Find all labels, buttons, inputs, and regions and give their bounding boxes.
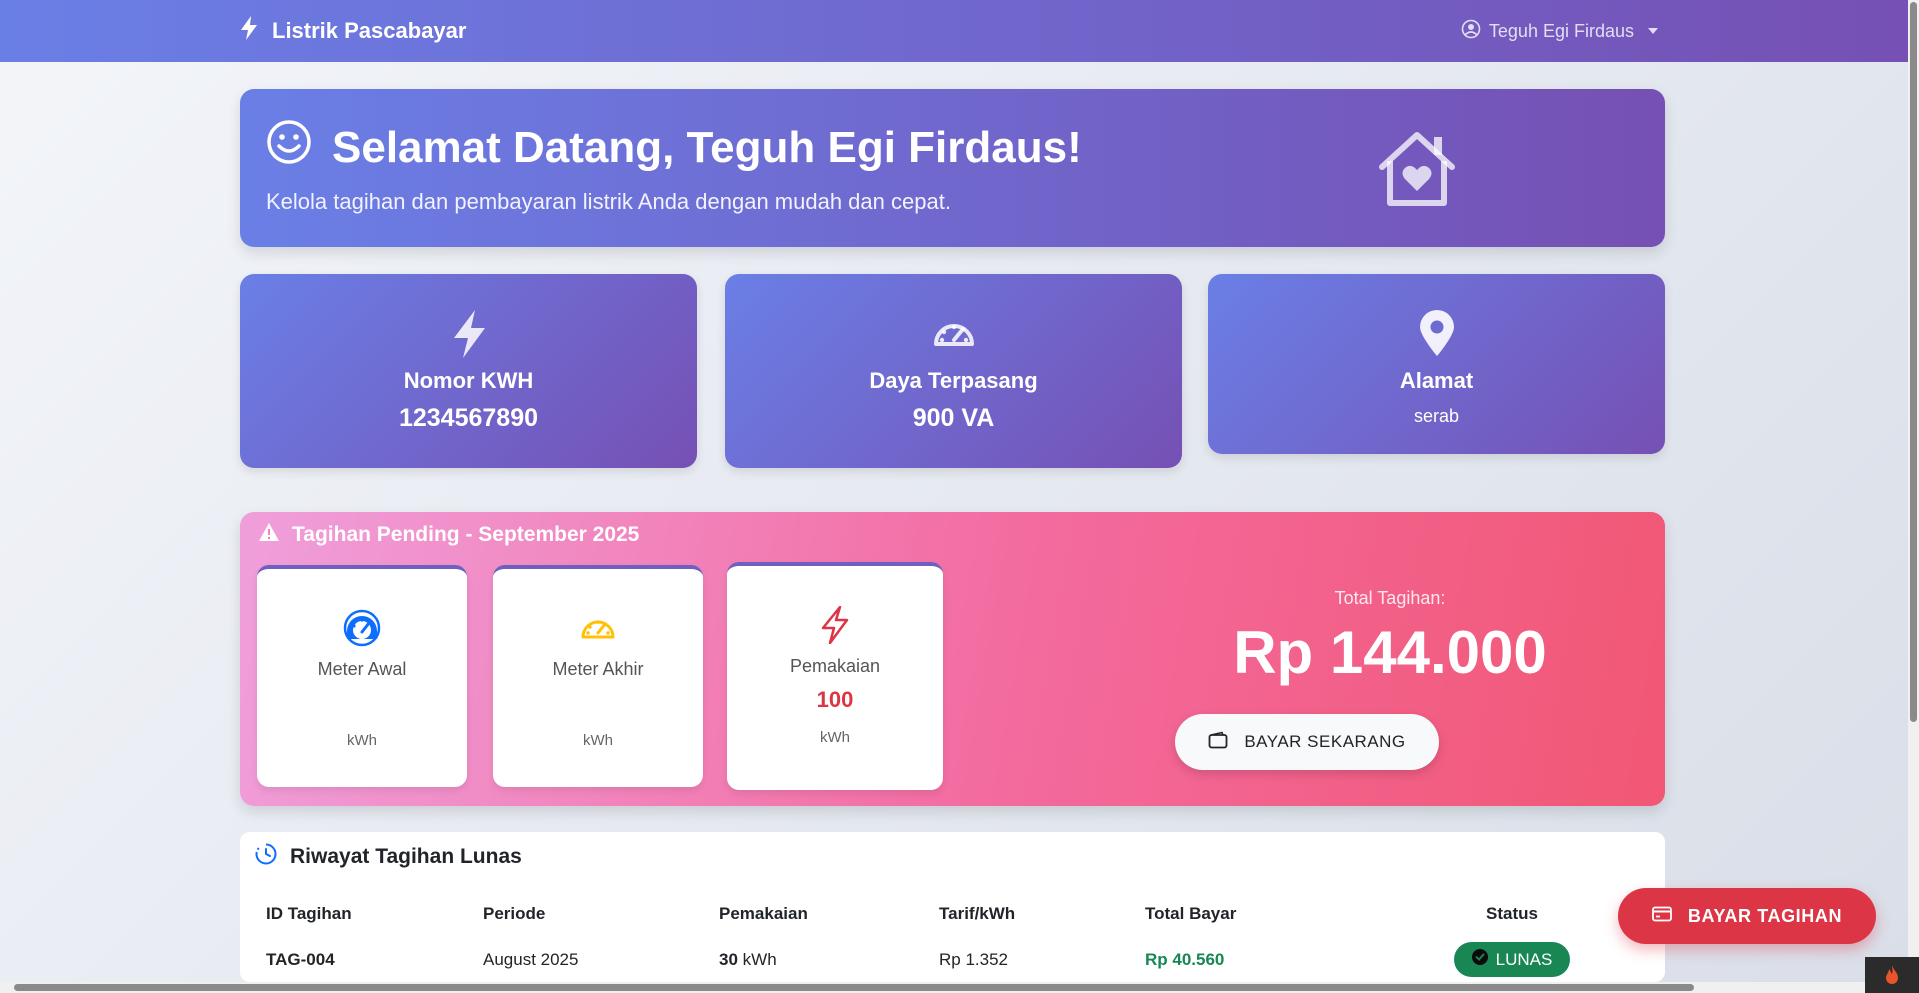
meter-card-awal: Meter Awal kWh bbox=[257, 565, 467, 787]
smile-icon bbox=[266, 119, 312, 176]
cell-pemakaian: 30 kWh bbox=[709, 934, 929, 985]
flame-app-icon[interactable] bbox=[1865, 957, 1919, 993]
meter-label: Meter Akhir bbox=[552, 659, 644, 679]
history-table: ID Tagihan Periode Pemakaian Tarif/kWh T… bbox=[256, 894, 1649, 985]
history-title-text: Riwayat Tagihan Lunas bbox=[290, 845, 522, 868]
welcome-subtitle: Kelola tagihan dan pembayaran listrik An… bbox=[266, 189, 951, 214]
info-card-label: Daya Terpasang bbox=[869, 368, 1038, 393]
welcome-heading: Selamat Datang, Teguh Egi Firdaus! bbox=[266, 119, 1082, 176]
column-header: Pemakaian bbox=[719, 904, 808, 923]
navbar: Listrik Pascabayar Teguh Egi Firdaus bbox=[0, 0, 1908, 62]
total-amount: Rp 144.000 bbox=[1233, 619, 1547, 686]
meter-card-akhir: Meter Akhir kWh bbox=[493, 565, 703, 787]
payment-history-section: Riwayat Tagihan Lunas ID Tagihan Periode… bbox=[240, 832, 1665, 982]
table-row: TAG-004 August 2025 30 kWh Rp 1.352 Rp 4… bbox=[256, 934, 1649, 985]
house-heart-icon bbox=[1374, 129, 1460, 214]
bolt-icon bbox=[240, 310, 697, 360]
info-card-value: 1234567890 bbox=[398, 404, 539, 432]
welcome-title: Selamat Datang, Teguh Egi Firdaus! bbox=[332, 122, 1082, 172]
pemakaian-value: 30 bbox=[719, 949, 738, 969]
info-card-alamat: Alamat serab bbox=[1208, 274, 1665, 454]
info-card-value: serab bbox=[1413, 406, 1460, 426]
column-header: Status bbox=[1486, 904, 1538, 923]
column-header: ID Tagihan bbox=[266, 904, 352, 923]
meter-unit: kWh bbox=[583, 732, 613, 749]
bolt-icon bbox=[240, 16, 258, 46]
brand-label: Listrik Pascabayar bbox=[272, 18, 467, 43]
clock-history-icon bbox=[254, 842, 278, 872]
floating-pay-bill-button[interactable]: BAYAR TAGIHAN bbox=[1618, 888, 1876, 944]
user-circle-icon bbox=[1461, 19, 1481, 44]
user-name: Teguh Egi Firdaus bbox=[1488, 20, 1634, 41]
history-title: Riwayat Tagihan Lunas bbox=[254, 842, 522, 872]
column-header: Periode bbox=[483, 904, 546, 923]
cell-tarif: Rp 1.352 bbox=[939, 949, 1008, 969]
speedometer-icon bbox=[493, 609, 703, 647]
cell-periode: August 2025 bbox=[483, 949, 579, 969]
meter-label: Pemakaian bbox=[789, 656, 881, 676]
cell-total: Rp 40.560 bbox=[1145, 949, 1225, 969]
meter-value: 100 bbox=[816, 687, 854, 712]
meter-label: Meter Awal bbox=[317, 659, 407, 679]
scrollbar-thumb[interactable] bbox=[14, 984, 1694, 991]
meter-value bbox=[257, 690, 467, 716]
pay-now-button[interactable]: BAYAR SEKARANG bbox=[1175, 714, 1439, 770]
info-card-daya: Daya Terpasang 900 VA bbox=[725, 274, 1182, 468]
caret-down-icon bbox=[1648, 28, 1658, 34]
pemakaian-unit: kWh bbox=[742, 949, 777, 969]
speedometer-icon bbox=[725, 310, 1182, 360]
pending-title: Tagihan Pending - September 2025 bbox=[258, 522, 639, 548]
check-circle-icon bbox=[1471, 949, 1488, 970]
warning-triangle-icon bbox=[258, 522, 280, 548]
location-pin-icon bbox=[1208, 310, 1665, 360]
welcome-banner: Selamat Datang, Teguh Egi Firdaus! Kelol… bbox=[240, 89, 1665, 247]
speedometer-icon bbox=[257, 609, 467, 647]
horizontal-scrollbar[interactable] bbox=[0, 982, 1865, 993]
pay-now-label: BAYAR SEKARANG bbox=[1244, 732, 1406, 751]
column-header: Tarif/kWh bbox=[939, 904, 1016, 923]
column-header: Total Bayar bbox=[1145, 904, 1237, 923]
info-card-kwh: Nomor KWH 1234567890 bbox=[240, 274, 697, 468]
status-badge: LUNAS bbox=[1453, 942, 1571, 977]
pending-title-text: Tagihan Pending - September 2025 bbox=[292, 523, 640, 546]
floating-pay-label: BAYAR TAGIHAN bbox=[1687, 905, 1843, 926]
total-label: Total Tagihan: bbox=[1334, 588, 1446, 608]
pending-bill-section: Tagihan Pending - September 2025 Meter A… bbox=[240, 512, 1665, 806]
meter-value bbox=[493, 690, 703, 716]
bolt-icon bbox=[727, 606, 943, 644]
cell-id: TAG-004 bbox=[266, 949, 335, 969]
meter-unit: kWh bbox=[820, 729, 850, 746]
vertical-scrollbar[interactable] bbox=[1908, 0, 1919, 975]
meter-unit: kWh bbox=[347, 732, 377, 749]
brand-link[interactable]: Listrik Pascabayar bbox=[240, 0, 466, 62]
info-card-label: Alamat bbox=[1399, 368, 1474, 393]
scrollbar-thumb[interactable] bbox=[1910, 2, 1917, 722]
cell-status: LUNAS bbox=[1375, 934, 1649, 985]
credit-card-icon bbox=[1652, 906, 1672, 927]
info-card-value: 900 VA bbox=[912, 404, 995, 432]
info-card-label: Nomor KWH bbox=[403, 368, 534, 393]
user-dropdown[interactable]: Teguh Egi Firdaus bbox=[1461, 0, 1658, 62]
meter-card-pemakaian: Pemakaian 100 kWh bbox=[727, 562, 943, 790]
status-label: LUNAS bbox=[1495, 949, 1553, 969]
table-header-row: ID Tagihan Periode Pemakaian Tarif/kWh T… bbox=[256, 894, 1649, 934]
wallet-icon bbox=[1208, 731, 1228, 754]
